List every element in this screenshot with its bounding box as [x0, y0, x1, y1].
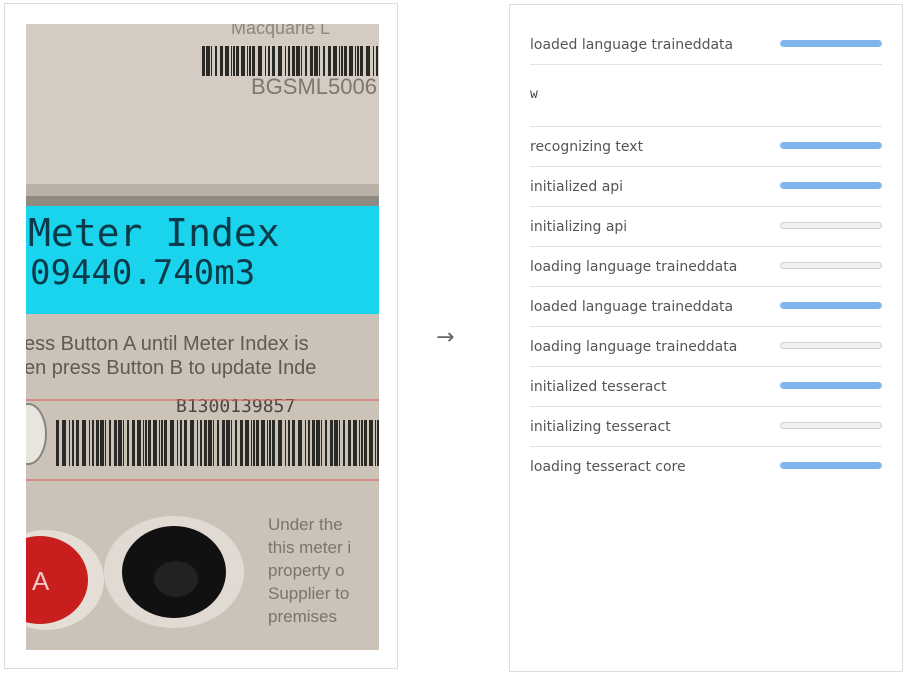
result-list: loaded language traineddata w recognizin…: [530, 25, 882, 487]
progress-bar: [780, 462, 882, 469]
status-label: loaded language traineddata: [530, 37, 734, 53]
meter-photo[interactable]: Macquarie L BGSML5006 Meter Index 09440.…: [26, 24, 379, 650]
progress-bar: [780, 40, 882, 47]
arrow-icon: →: [436, 325, 455, 350]
ocr-result: w: [530, 65, 882, 127]
progress-bar: [780, 342, 882, 349]
status-label: recognizing text: [530, 139, 644, 155]
progress-bar: [780, 382, 882, 389]
status-label: initialized api: [530, 179, 624, 195]
results-panel: loaded language traineddata w recognizin…: [509, 4, 903, 672]
bottom-serial: B1300139857: [176, 396, 295, 417]
status-row-loaded-language: loaded language traineddata: [530, 25, 882, 65]
notice-line: premises: [268, 607, 337, 626]
status-label: initializing tesseract: [530, 419, 671, 435]
status-label: loading language traineddata: [530, 339, 738, 355]
page: Macquarie L BGSML5006 Meter Index 09440.…: [0, 0, 908, 678]
instruction-line-2: en press Button B to update Inde: [26, 357, 316, 379]
top-barcode: [202, 46, 378, 76]
status-label: loading language traineddata: [530, 259, 738, 275]
lcd-line-2: 09440.740m3: [30, 253, 255, 293]
input-image-frame: Macquarie L BGSML5006 Meter Index 09440.…: [4, 3, 398, 669]
status-row: initializing tesseract: [530, 407, 882, 447]
status-row: loaded language traineddata: [530, 287, 882, 327]
progress-bar: [780, 142, 882, 149]
progress-bar: [780, 182, 882, 189]
notice-line: this meter i: [268, 538, 351, 557]
ocr-text[interactable]: w: [530, 87, 538, 102]
progress-bar: [780, 262, 882, 269]
status-label: loading tesseract core: [530, 459, 686, 475]
status-row: initialized api: [530, 167, 882, 207]
status-row: loading language traineddata: [530, 327, 882, 367]
progress-bar: [780, 302, 882, 309]
notice-line: Supplier to: [268, 584, 349, 603]
top-serial: BGSML5006: [251, 74, 377, 99]
lcd-line-1: Meter Index: [28, 211, 280, 255]
status-rows: recognizing text initialized api initializ…: [530, 127, 882, 487]
notice-line: property o: [268, 561, 345, 580]
progress-bar: [780, 422, 882, 429]
status-row: recognizing text: [530, 127, 882, 167]
status-label: initialized tesseract: [530, 379, 667, 395]
status-label: loaded language traineddata: [530, 299, 734, 315]
status-label: initializing api: [530, 219, 628, 235]
brand-text: Macquarie L: [231, 24, 330, 38]
notice-line: Under the: [268, 515, 343, 534]
status-row: loading language traineddata: [530, 247, 882, 287]
status-row: initialized tesseract: [530, 367, 882, 407]
status-row: loading tesseract core: [530, 447, 882, 487]
status-row: initializing api: [530, 207, 882, 247]
progress-bar: [780, 222, 882, 229]
button-a-letter: A: [32, 566, 50, 596]
instruction-line-1: ess Button A until Meter Index is: [26, 333, 309, 355]
